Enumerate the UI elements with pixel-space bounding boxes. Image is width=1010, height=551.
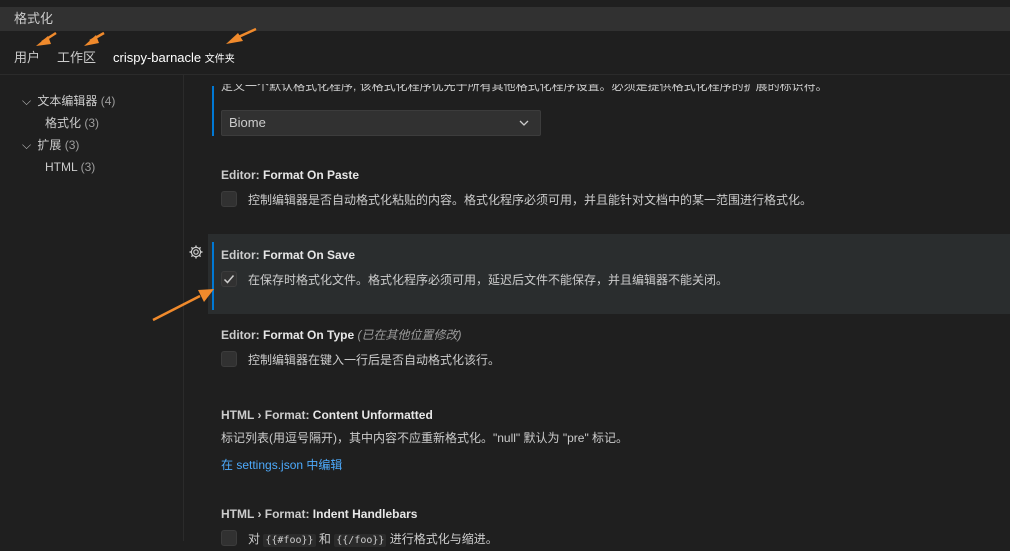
tab-user[interactable]: 用户 <box>14 44 40 74</box>
toc-item-label: 文本编辑器 <box>37 94 98 108</box>
indent-handlebars-checkbox[interactable] <box>221 530 237 546</box>
tab-folder[interactable]: crispy-barnacle 文件夹 <box>105 44 243 75</box>
setting-content-unformatted: HTML › Format: Content Unformatted 标记列表(… <box>221 406 628 474</box>
format-on-type-checkbox[interactable] <box>221 351 237 367</box>
tab-folder-suffix: 文件夹 <box>204 54 235 65</box>
setting-title: Editor: Format On Paste <box>221 168 360 182</box>
check-icon <box>223 275 235 284</box>
toc-item-text-editor[interactable]: ⌵ 文本编辑器 (4) <box>22 90 115 112</box>
select-value: Biome <box>229 115 266 130</box>
toc-divider <box>183 75 184 541</box>
setting-indent-handlebars: HTML › Format: Indent Handlebars 对 {{#fo… <box>221 505 498 549</box>
setting-description: 控制编辑器是否自动格式化粘贴的内容。格式化程序必须可用，并且能针对文档中的某一范… <box>248 193 813 207</box>
setting-title: HTML › Format: Indent Handlebars <box>221 507 418 521</box>
setting-format-on-type: Editor: Format On Type (已在其他位置修改) 控制编辑器在… <box>221 326 500 370</box>
toc-item-count: (3) <box>80 160 96 174</box>
toc-item-count: (3) <box>64 138 80 152</box>
focus-indicator <box>212 242 214 310</box>
toc-item-html[interactable]: HTML (3) <box>45 156 95 178</box>
setting-description: 标记列表(用逗号隔开)，其中内容不应重新格式化。"null" 默认为 "pre"… <box>221 431 629 445</box>
toc-item-count: (3) <box>84 116 100 130</box>
setting-title: Editor: Format On Type (已在其他位置修改) <box>221 328 462 342</box>
toc-item-label: 扩展 <box>37 138 62 152</box>
setting-description: 在保存时格式化文件。格式化程序必须可用，延迟后文件不能保存，并且编辑器不能关闭。 <box>248 273 729 287</box>
format-on-save-checkbox[interactable] <box>221 271 237 287</box>
chevron-down-icon: ⌵ <box>22 138 32 152</box>
toc-item-count: (4) <box>100 94 116 108</box>
focus-indicator <box>212 86 214 136</box>
modified-elsewhere-note[interactable]: (已在其他位置修改) <box>357 328 461 342</box>
toc-item-label: HTML <box>45 160 78 174</box>
annotation-arrow <box>226 27 257 44</box>
toc-item-extensions[interactable]: ⌵ 扩展 (3) <box>22 134 79 156</box>
edit-in-settings-json-link[interactable]: 在 settings.json 中编辑 <box>221 458 342 472</box>
gear-icon[interactable] <box>188 244 204 260</box>
setting-format-on-paste: Editor: Format On Paste 控制编辑器是否自动格式化粘贴的内… <box>221 166 812 210</box>
default-formatter-select[interactable]: Biome <box>221 110 541 136</box>
setting-title: HTML › Format: Content Unformatted <box>221 408 433 422</box>
tabs-divider <box>0 74 1010 75</box>
tab-workspace[interactable]: 工作区 <box>57 44 96 74</box>
settings-search-input[interactable]: 格式化 <box>0 7 1010 31</box>
setting-title: Editor: Format On Save <box>221 248 356 262</box>
tab-folder-label: crispy-barnacle <box>113 50 202 65</box>
format-on-paste-checkbox[interactable] <box>221 191 237 207</box>
chevron-down-icon: ⌵ <box>22 94 32 108</box>
setting-description: 控制编辑器在键入一行后是否自动格式化该行。 <box>248 353 501 367</box>
setting-format-on-save: Editor: Format On Save 在保存时格式化文件。格式化程序必须… <box>221 246 728 290</box>
toc-item-formatting[interactable]: 格式化 (3) <box>45 112 99 134</box>
toc-item-label: 格式化 <box>45 116 82 130</box>
setting-description: 对 {{#foo}} 和 {{/foo}} 进行格式化与缩进。 <box>248 532 498 547</box>
chevron-down-icon <box>518 111 530 135</box>
default-formatter-description: 定义一个默认格式化程序, 该格式化程序优先于所有其他格式化程序设置。必须是提供格… <box>221 84 828 93</box>
